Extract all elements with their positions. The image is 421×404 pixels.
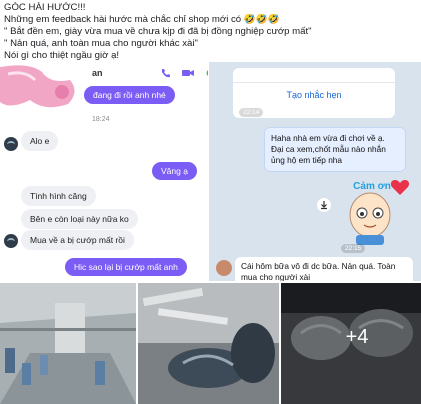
online-dot-icon bbox=[206, 70, 208, 76]
outgoing-message: Vâng ạ bbox=[152, 162, 197, 180]
photo-shoes-on-feet[interactable] bbox=[138, 283, 279, 404]
zalo-screenshot[interactable]: Tạo nhắc hẹn 22:14 Haha nhà em vừa đi ch… bbox=[209, 62, 421, 281]
post-caption: GÓC HÀI HƯỚC!!! Những em feedback hài hư… bbox=[4, 2, 418, 62]
create-reminder-button[interactable]: Tạo nhắc hẹn bbox=[233, 90, 395, 100]
incoming-message: Cái hôm bữa vô đi dc bữa. Nản quá. Toàn … bbox=[235, 257, 413, 281]
avatar[interactable] bbox=[4, 137, 18, 151]
photo-shoes-more[interactable]: +4 bbox=[281, 283, 421, 404]
phone-icon[interactable] bbox=[160, 68, 172, 78]
photo-warehouse[interactable] bbox=[0, 283, 136, 404]
download-icon[interactable] bbox=[317, 198, 331, 212]
more-photos-count: +4 bbox=[345, 326, 369, 348]
timestamp: 22:15 bbox=[341, 244, 366, 253]
caption-line: " Bắt đền em, giày vừa mua về chưa kịp đ… bbox=[4, 26, 312, 37]
warehouse-image bbox=[0, 283, 136, 404]
outgoing-message: đang đi rồi anh nhé bbox=[84, 86, 175, 104]
divider bbox=[233, 82, 395, 83]
thank-you-sticker-icon: Cảm ơn bbox=[349, 180, 410, 245]
avatar[interactable] bbox=[216, 260, 232, 276]
video-call-icon[interactable] bbox=[182, 68, 194, 78]
avatar[interactable] bbox=[4, 234, 18, 248]
timestamp: 18:24 bbox=[92, 116, 110, 123]
outgoing-message: Haha nhà em vừa đi chơi về ạ. Đại ca xem… bbox=[264, 127, 406, 172]
caption-line: " Nản quá, anh toàn mua cho người khác x… bbox=[4, 38, 198, 49]
incoming-message: Tình hình căng bbox=[21, 186, 96, 206]
caption-line: Nói gì cho thiệt ngầu giờ ạ! bbox=[4, 50, 120, 61]
more-photos-overlay[interactable]: +4 bbox=[281, 283, 421, 404]
contact-name: an bbox=[92, 68, 103, 78]
caption-line: GÓC HÀI HƯỚC!!! bbox=[4, 2, 86, 13]
timestamp: 22:14 bbox=[239, 108, 264, 117]
shoes-image-1 bbox=[138, 283, 279, 404]
sticker-text: Cảm ơn bbox=[353, 181, 391, 192]
messenger-screenshot[interactable]: an đang đi rồi anh nhé 18:24 Alo e Vâng … bbox=[0, 62, 208, 281]
incoming-message: Mua về a bị cướp mất rồi bbox=[21, 230, 134, 250]
caption-line: Những em feedback hài hước mà chắc chỉ s… bbox=[4, 14, 280, 25]
incoming-message: Bên e còn loại này nữa ko bbox=[21, 209, 138, 229]
incoming-message: Alo e bbox=[21, 131, 59, 151]
candy-sticker-icon bbox=[0, 65, 75, 108]
outgoing-message: Hic sao lại bị cướp mất anh bbox=[65, 258, 187, 276]
